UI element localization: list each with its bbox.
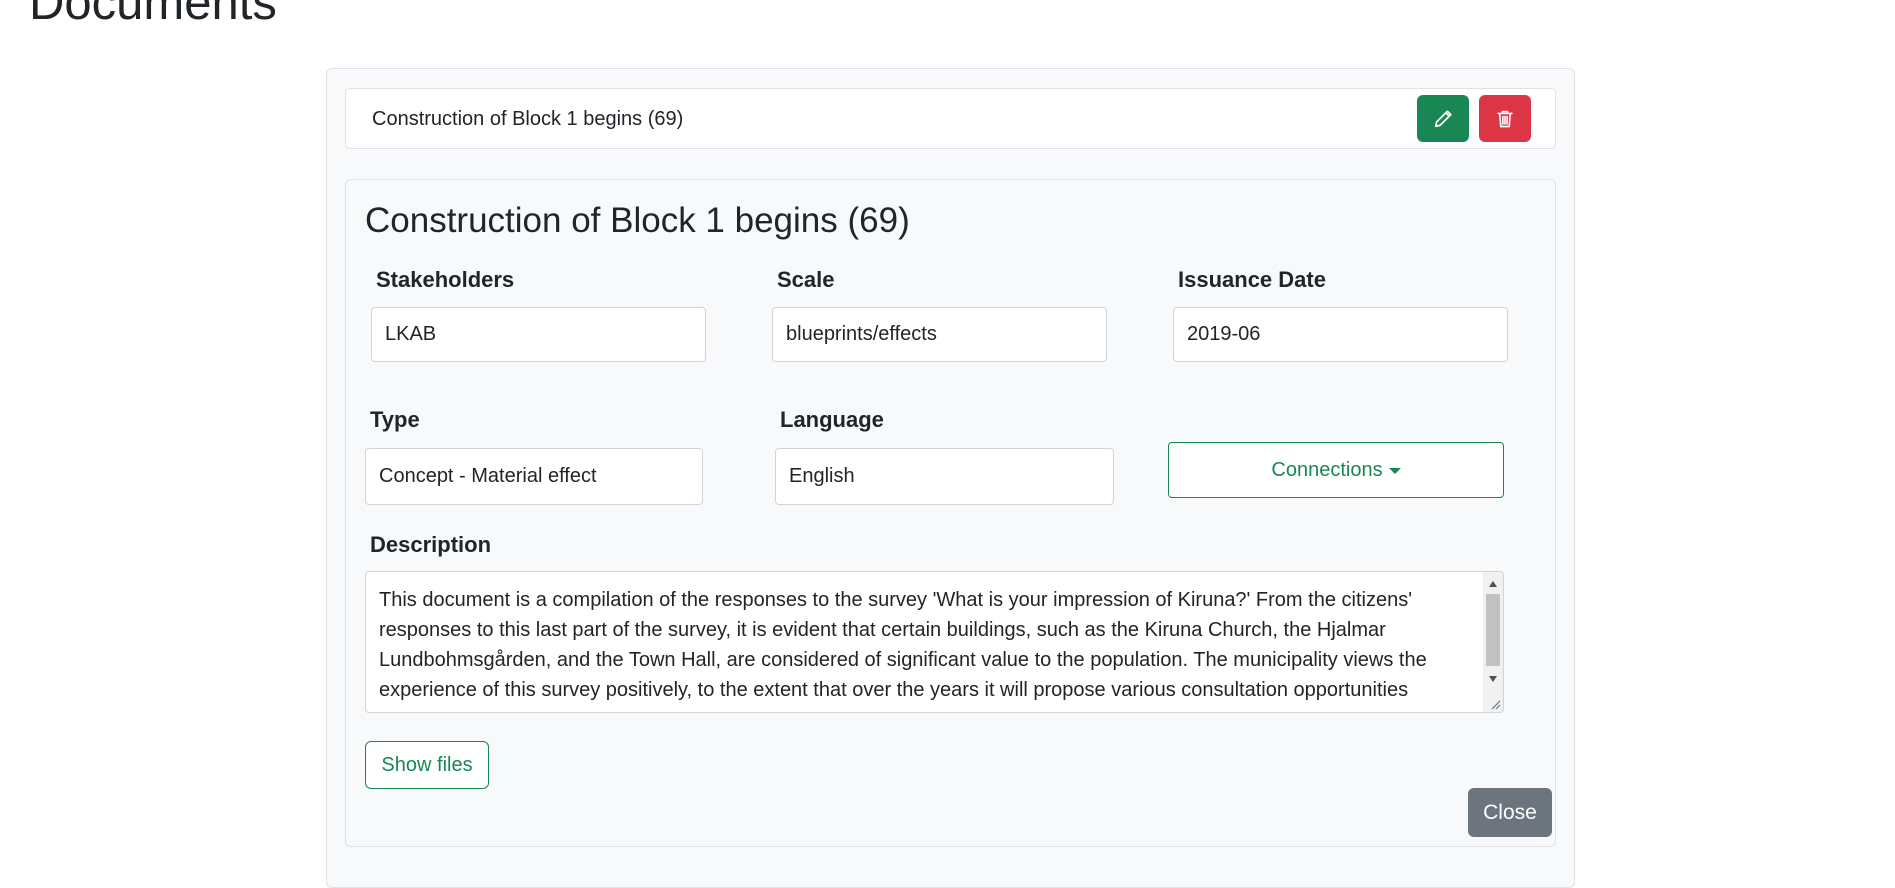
language-label: Language — [780, 407, 884, 432]
document-detail-title: Construction of Block 1 begins (69) — [365, 201, 910, 240]
description-scrollbar[interactable] — [1483, 572, 1503, 712]
resize-grip-icon[interactable] — [1489, 698, 1501, 710]
scroll-up-arrow-icon[interactable] — [1489, 581, 1497, 587]
connections-dropdown-button[interactable]: Connections — [1168, 442, 1504, 498]
scale-field[interactable]: blueprints/effects — [772, 307, 1107, 362]
type-field[interactable]: Concept - Material effect — [365, 448, 703, 505]
pencil-icon — [1434, 109, 1452, 127]
description-textarea[interactable]: This document is a compilation of the re… — [365, 571, 1504, 713]
type-label: Type — [370, 407, 420, 432]
document-detail-card: Construction of Block 1 begins (69) Stak… — [345, 179, 1556, 847]
stakeholders-label: Stakeholders — [376, 267, 515, 292]
issuance-date-label: Issuance Date — [1178, 267, 1326, 292]
connections-label: Connections — [1271, 458, 1383, 481]
scroll-thumb[interactable] — [1486, 594, 1500, 666]
close-button[interactable]: Close — [1468, 788, 1552, 837]
show-files-button[interactable]: Show files — [365, 741, 489, 789]
document-list-item[interactable]: Construction of Block 1 begins (69) — [345, 88, 1556, 149]
document-list-item-title[interactable]: Construction of Block 1 begins (69) — [372, 108, 683, 130]
trash-icon — [1497, 110, 1513, 127]
description-text: This document is a compilation of the re… — [379, 589, 1427, 701]
scroll-down-arrow-icon[interactable] — [1489, 676, 1497, 682]
delete-button[interactable] — [1479, 95, 1531, 142]
page-title: Documents — [29, 0, 277, 30]
language-field[interactable]: English — [775, 448, 1114, 505]
stakeholders-field[interactable]: LKAB — [371, 307, 706, 362]
caret-down-icon — [1388, 468, 1401, 474]
scale-label: Scale — [777, 267, 835, 292]
description-label: Description — [370, 532, 492, 557]
edit-button[interactable] — [1417, 95, 1469, 142]
issuance-date-field[interactable]: 2019-06 — [1173, 307, 1508, 362]
